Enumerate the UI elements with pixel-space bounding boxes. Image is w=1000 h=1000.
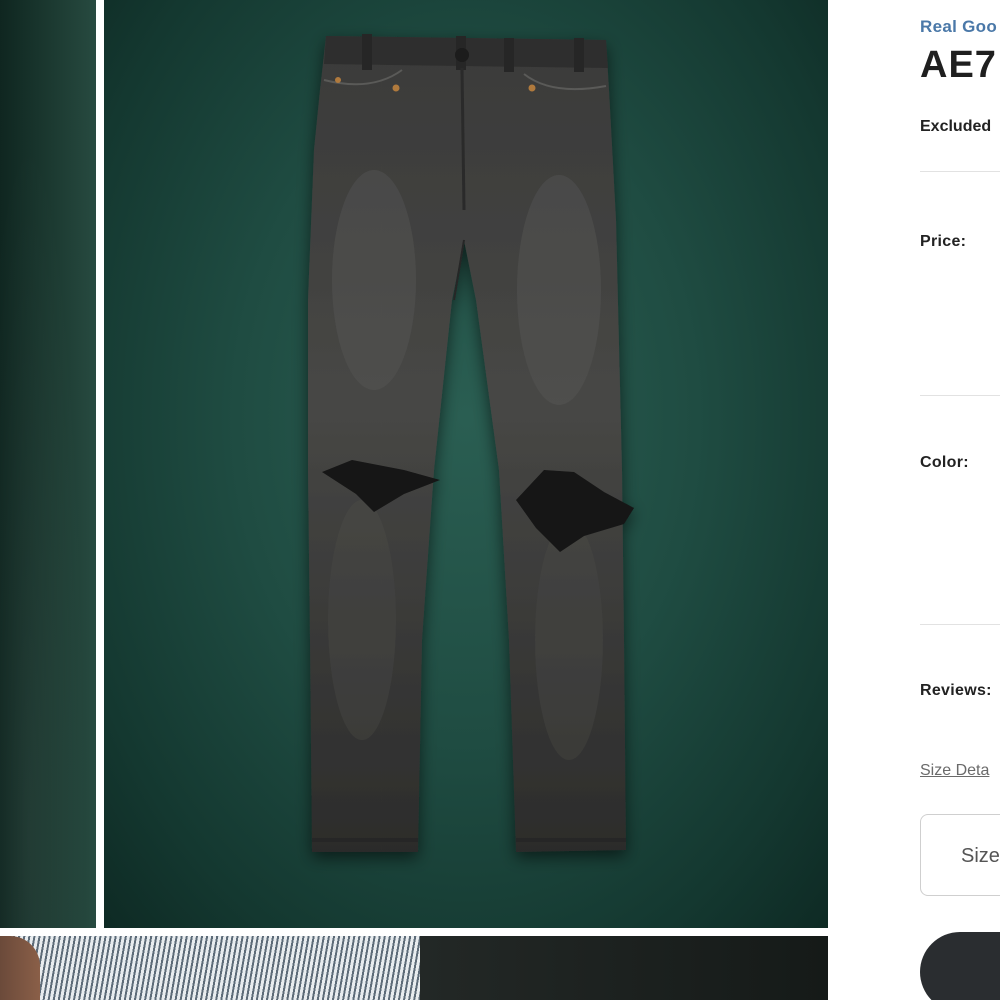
product-page: Real Goo AE7 Excluded Price: Color: Revi… — [0, 0, 1000, 1000]
brand-link[interactable]: Real Goo — [920, 17, 997, 37]
product-details: Real Goo AE7 Excluded Price: Color: Revi… — [920, 0, 1000, 1000]
divider — [920, 395, 1000, 396]
gallery-image-main[interactable] — [104, 0, 828, 928]
divider — [920, 171, 1000, 172]
add-to-bag-button[interactable] — [920, 932, 1000, 1000]
size-select-placeholder: Size — [961, 845, 1000, 867]
gallery-image-model[interactable] — [0, 936, 828, 1000]
reviews-label: Reviews: — [920, 682, 992, 699]
product-title: AE7 — [920, 44, 997, 86]
price-label: Price: — [920, 233, 967, 250]
size-details-link[interactable]: Size Deta — [920, 762, 989, 780]
gallery-image-previous[interactable] — [0, 0, 96, 928]
jeans-image — [308, 34, 634, 852]
striped-shirt-image — [0, 936, 420, 1000]
excluded-notice: Excluded — [920, 118, 992, 135]
size-select[interactable]: Size — [920, 814, 1000, 896]
model-background-image — [420, 936, 828, 1000]
divider — [920, 624, 1000, 625]
color-label: Color: — [920, 454, 969, 471]
